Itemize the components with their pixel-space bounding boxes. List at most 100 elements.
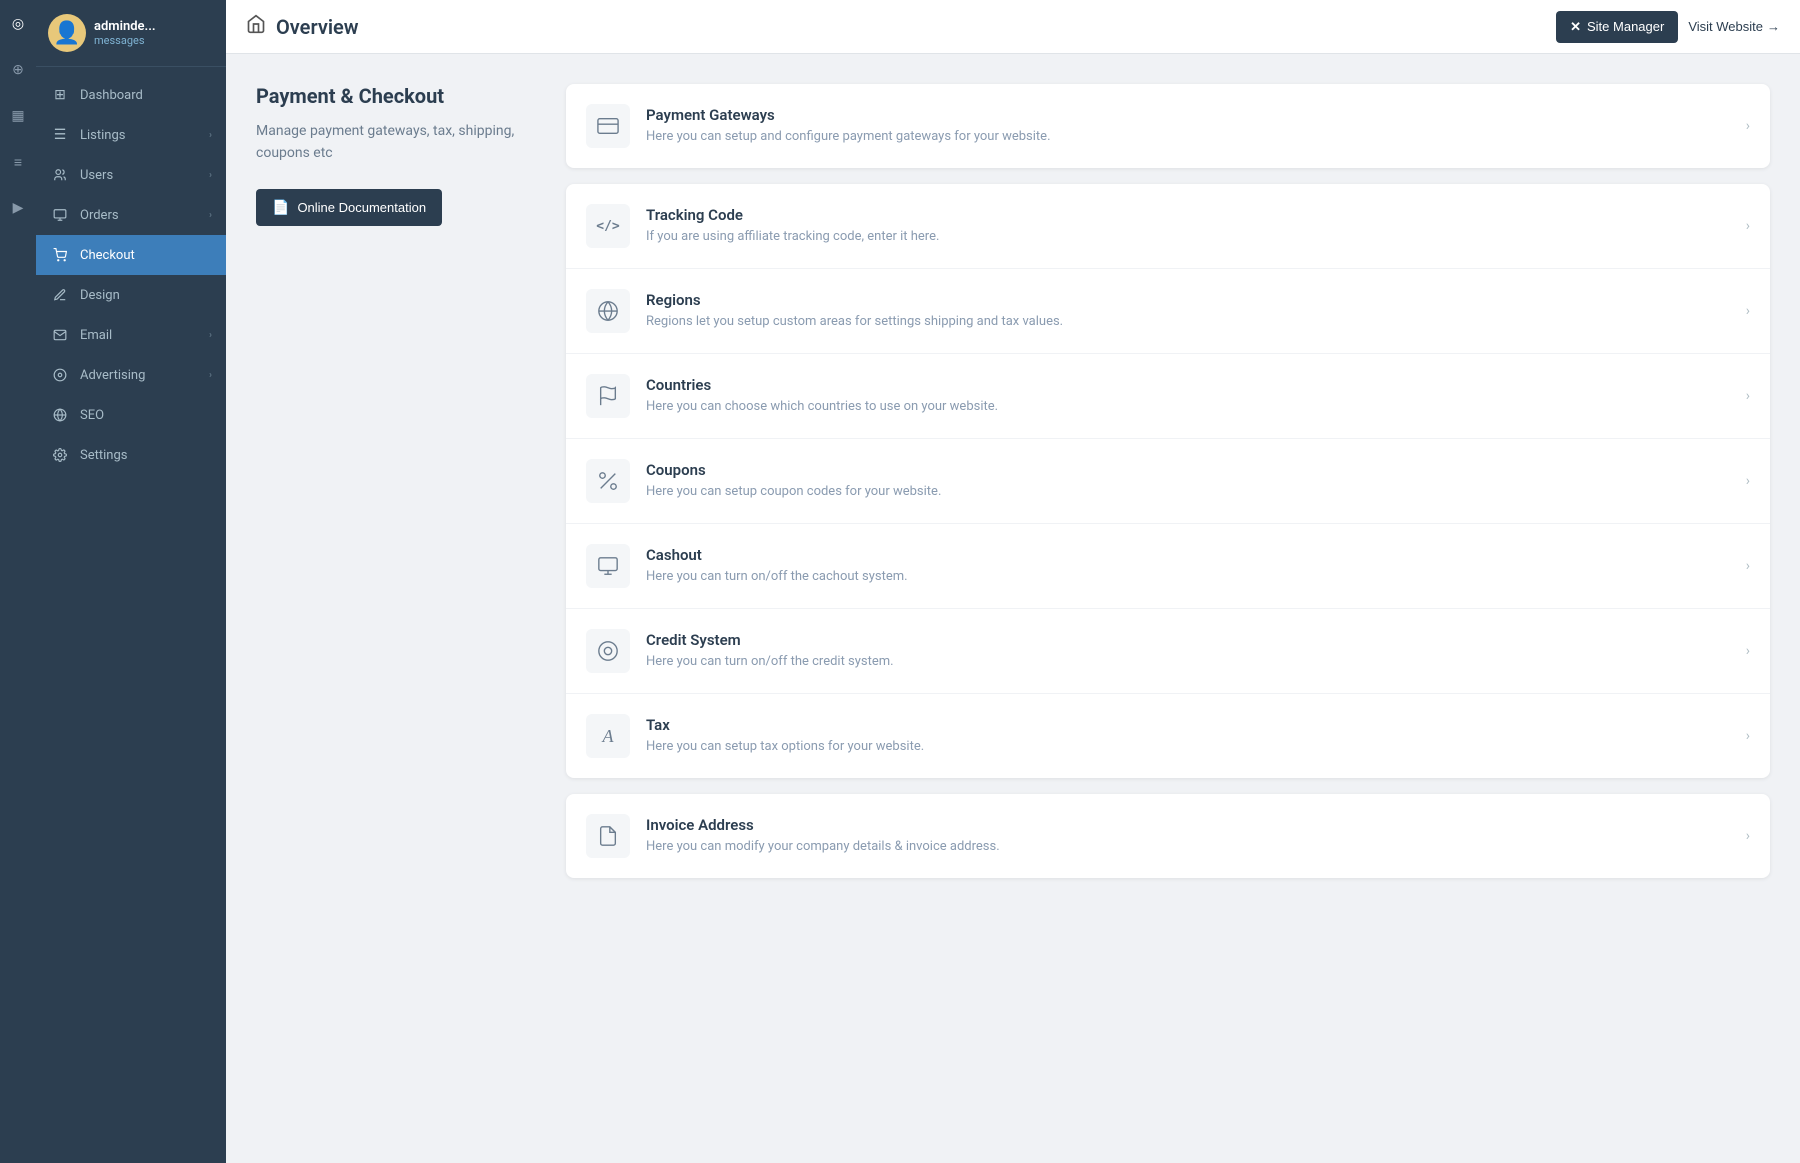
coupons-item[interactable]: Coupons Here you can setup coupon codes … xyxy=(566,439,1770,524)
sidebar-item-design[interactable]: Design xyxy=(36,275,226,315)
dashboard-icon: ⊞ xyxy=(50,85,70,105)
sidebar-label-design: Design xyxy=(80,288,212,303)
payment-gateways-item[interactable]: Payment Gateways Here you can setup and … xyxy=(566,84,1770,168)
tax-arrow-icon: › xyxy=(1746,728,1750,744)
right-panel: Payment Gateways Here you can setup and … xyxy=(566,84,1770,1133)
tracking-code-arrow-icon: › xyxy=(1746,218,1750,234)
tracking-code-item[interactable]: </> Tracking Code If you are using affil… xyxy=(566,184,1770,269)
invoice-address-item[interactable]: Invoice Address Here you can modify your… xyxy=(566,794,1770,878)
visit-website-label: Visit Website xyxy=(1688,19,1763,34)
site-manager-x-icon: ✕ xyxy=(1570,19,1581,35)
sidebar-username: adminde... xyxy=(94,19,214,34)
sidebar-item-users[interactable]: Users › xyxy=(36,155,226,195)
cashout-item[interactable]: Cashout Here you can turn on/off the cac… xyxy=(566,524,1770,609)
sidebar-label-advertising: Advertising xyxy=(80,368,209,383)
topbar: Overview ✕ Site Manager Visit Website → xyxy=(226,0,1800,54)
section-title: Payment & Checkout xyxy=(256,84,536,108)
coupons-desc: Here you can setup coupon codes for your… xyxy=(646,483,1736,501)
sidebar-label-email: Email xyxy=(80,328,209,343)
orders-icon xyxy=(50,205,70,225)
visit-website-arrow-icon: → xyxy=(1767,19,1780,34)
topbar-actions: ✕ Site Manager Visit Website → xyxy=(1556,11,1780,43)
sidebar-item-email[interactable]: Email › xyxy=(36,315,226,355)
main-options-card: </> Tracking Code If you are using affil… xyxy=(566,184,1770,778)
tracking-code-desc: If you are using affiliate tracking code… xyxy=(646,228,1736,246)
design-icon xyxy=(50,285,70,305)
tax-title: Tax xyxy=(646,716,1736,734)
countries-icon xyxy=(586,374,630,418)
cashout-icon xyxy=(586,544,630,588)
listings-icon: ☰ xyxy=(50,125,70,145)
countries-item[interactable]: Countries Here you can choose which coun… xyxy=(566,354,1770,439)
icon-bar-item-3[interactable]: ▦ xyxy=(4,102,32,130)
seo-icon xyxy=(50,405,70,425)
sidebar-item-orders[interactable]: Orders › xyxy=(36,195,226,235)
regions-icon xyxy=(586,289,630,333)
icon-bar-item-2[interactable]: ⊕ xyxy=(4,56,32,84)
credit-system-icon xyxy=(586,629,630,673)
invoice-address-text: Invoice Address Here you can modify your… xyxy=(646,816,1736,856)
sidebar-item-dashboard[interactable]: ⊞ Dashboard xyxy=(36,75,226,115)
sidebar-label-settings: Settings xyxy=(80,448,212,463)
documentation-button[interactable]: 📄 Online Documentation xyxy=(256,189,442,226)
sidebar: 👤 adminde... messages ⊞ Dashboard ☰ List… xyxy=(36,0,226,1163)
icon-bar-item-1[interactable]: ◎ xyxy=(4,10,32,38)
icon-bar-item-4[interactable]: ≡ xyxy=(4,148,32,176)
invoice-address-icon xyxy=(586,814,630,858)
sidebar-label-seo: SEO xyxy=(80,408,212,423)
invoice-address-title: Invoice Address xyxy=(646,816,1736,834)
credit-system-arrow-icon: › xyxy=(1746,643,1750,659)
payment-gateways-card: Payment Gateways Here you can setup and … xyxy=(566,84,1770,168)
email-icon xyxy=(50,325,70,345)
sidebar-label-listings: Listings xyxy=(80,128,209,143)
docs-label: Online Documentation xyxy=(297,200,426,215)
home-icon xyxy=(246,14,266,39)
cashout-arrow-icon: › xyxy=(1746,558,1750,574)
listings-arrow-icon: › xyxy=(209,130,212,141)
cashout-title: Cashout xyxy=(646,546,1736,564)
users-icon xyxy=(50,165,70,185)
sidebar-item-seo[interactable]: SEO xyxy=(36,395,226,435)
email-arrow-icon: › xyxy=(209,330,212,341)
countries-title: Countries xyxy=(646,376,1736,394)
payment-gateways-desc: Here you can setup and configure payment… xyxy=(646,128,1736,146)
sidebar-user-info: adminde... messages xyxy=(94,19,214,47)
credit-system-item[interactable]: Credit System Here you can turn on/off t… xyxy=(566,609,1770,694)
countries-desc: Here you can choose which countries to u… xyxy=(646,398,1736,416)
left-panel: Payment & Checkout Manage payment gatewa… xyxy=(256,84,536,1133)
icon-bar-item-5[interactable]: ▶ xyxy=(4,194,32,222)
doc-icon: 📄 xyxy=(272,199,289,216)
tax-item[interactable]: A Tax Here you can setup tax options for… xyxy=(566,694,1770,778)
regions-text: Regions Regions let you setup custom are… xyxy=(646,291,1736,331)
sidebar-item-advertising[interactable]: Advertising › xyxy=(36,355,226,395)
site-manager-label: Site Manager xyxy=(1587,19,1664,34)
payment-gateways-arrow-icon: › xyxy=(1746,118,1750,134)
orders-arrow-icon: › xyxy=(209,210,212,221)
sidebar-item-listings[interactable]: ☰ Listings › xyxy=(36,115,226,155)
coupons-arrow-icon: › xyxy=(1746,473,1750,489)
avatar: 👤 xyxy=(48,14,86,52)
credit-system-desc: Here you can turn on/off the credit syst… xyxy=(646,653,1736,671)
payment-gateways-icon xyxy=(586,104,630,148)
tax-text: Tax Here you can setup tax options for y… xyxy=(646,716,1736,756)
sidebar-item-checkout[interactable]: Checkout xyxy=(36,235,226,275)
invoice-card: Invoice Address Here you can modify your… xyxy=(566,794,1770,878)
visit-website-button[interactable]: Visit Website → xyxy=(1688,19,1780,34)
advertising-icon xyxy=(50,365,70,385)
invoice-address-desc: Here you can modify your company details… xyxy=(646,838,1736,856)
main-area: Overview ✕ Site Manager Visit Website → … xyxy=(226,0,1800,1163)
coupons-text: Coupons Here you can setup coupon codes … xyxy=(646,461,1736,501)
countries-arrow-icon: › xyxy=(1746,388,1750,404)
sidebar-header: 👤 adminde... messages xyxy=(36,0,226,67)
content-area: Payment & Checkout Manage payment gatewa… xyxy=(226,54,1800,1163)
sidebar-messages[interactable]: messages xyxy=(94,34,214,47)
tax-desc: Here you can setup tax options for your … xyxy=(646,738,1736,756)
sidebar-label-checkout: Checkout xyxy=(80,248,212,263)
regions-title: Regions xyxy=(646,291,1736,309)
sidebar-item-settings[interactable]: Settings xyxy=(36,435,226,475)
site-manager-button[interactable]: ✕ Site Manager xyxy=(1556,11,1678,43)
regions-item[interactable]: Regions Regions let you setup custom are… xyxy=(566,269,1770,354)
credit-system-title: Credit System xyxy=(646,631,1736,649)
coupons-icon xyxy=(586,459,630,503)
sidebar-nav: ⊞ Dashboard ☰ Listings › Users › Orders … xyxy=(36,67,226,1163)
